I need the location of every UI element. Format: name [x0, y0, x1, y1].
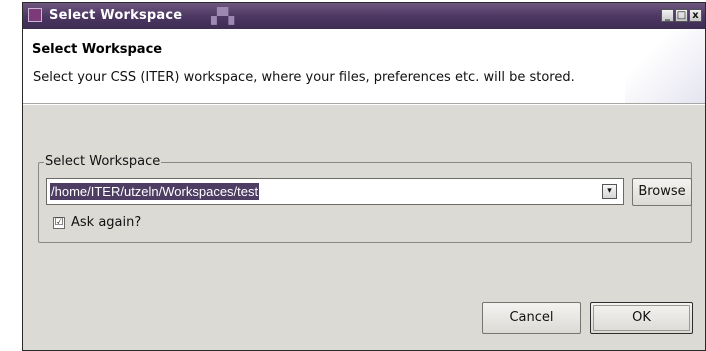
maximize-button[interactable]: □: [675, 9, 688, 22]
close-button[interactable]: x: [689, 9, 702, 22]
browse-button[interactable]: Browse: [632, 178, 692, 206]
header-banner-image: [625, 29, 705, 103]
app-icon: [28, 8, 42, 22]
minimize-button[interactable]: _: [661, 9, 674, 22]
workspace-path-combo[interactable]: /home/ITER/utzeln/Workspaces/test ▾: [46, 178, 624, 205]
workspace-group: Select Workspace /home/ITER/utzeln/Works…: [38, 154, 692, 243]
dropdown-arrow-icon[interactable]: ▾: [602, 184, 617, 199]
ask-again-checkbox[interactable]: ☑: [53, 217, 65, 229]
window-title: Select Workspace: [49, 8, 183, 23]
select-workspace-dialog: Select Workspace ▞▚ _ □ x Select Workspa…: [22, 2, 706, 351]
ask-again-label[interactable]: Ask again?: [71, 215, 141, 230]
titlebar-decoration-icon: ▞▚: [211, 7, 235, 25]
title-bar[interactable]: Select Workspace ▞▚ _ □ x: [23, 3, 705, 29]
dialog-header: Select Workspace Select your CSS (ITER) …: [23, 29, 705, 103]
ok-focus-ring: [593, 305, 690, 331]
header-description: Select your CSS (ITER) workspace, where …: [33, 70, 575, 85]
header-title: Select Workspace: [32, 42, 163, 57]
cancel-button[interactable]: Cancel: [482, 302, 581, 334]
workspace-path-value[interactable]: /home/ITER/utzeln/Workspaces/test: [50, 183, 260, 200]
header-separator: [23, 103, 705, 105]
ok-button[interactable]: OK: [590, 302, 693, 334]
workspace-group-label: Select Workspace: [44, 154, 162, 169]
